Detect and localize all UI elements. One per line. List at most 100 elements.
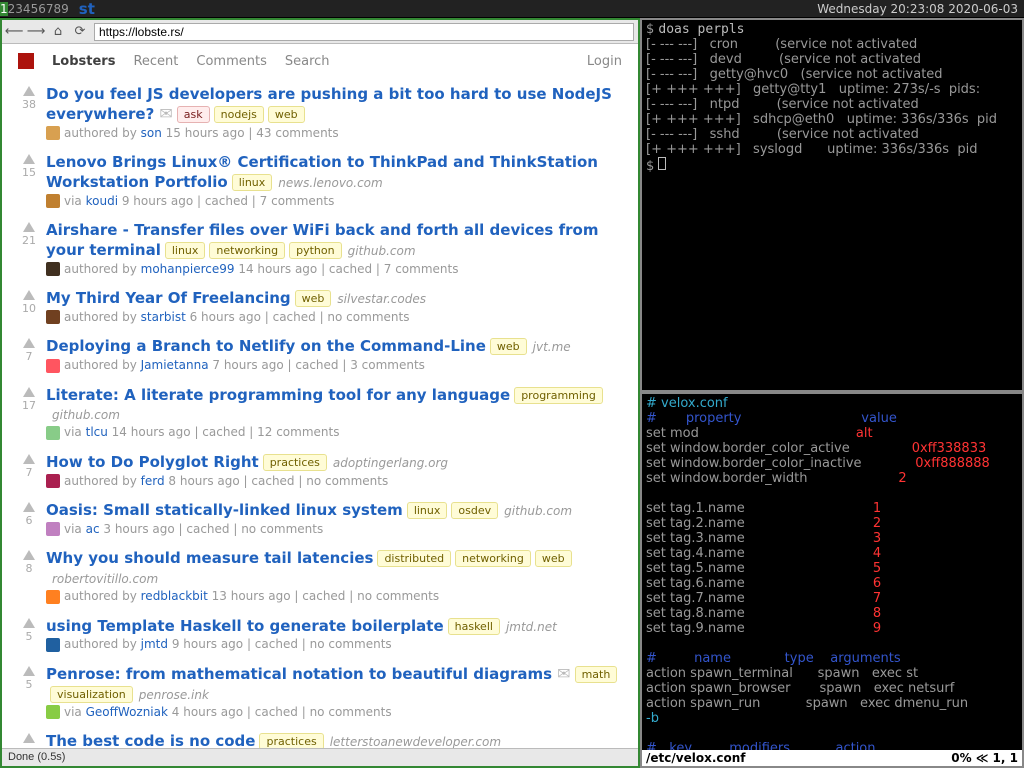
avatar[interactable]: [46, 126, 60, 140]
workspace-tag[interactable]: 4: [23, 2, 31, 16]
workspace-tag[interactable]: 6: [38, 2, 46, 16]
story-tag[interactable]: web: [490, 338, 527, 355]
story-author[interactable]: redblackbit: [141, 589, 208, 603]
story-tag[interactable]: practices: [259, 733, 323, 748]
story-domain[interactable]: letterstoanewdeveloper.com: [330, 735, 501, 748]
story-tag[interactable]: networking: [455, 550, 531, 567]
nav-search[interactable]: Search: [285, 54, 330, 69]
story-tag[interactable]: distributed: [377, 550, 451, 567]
avatar[interactable]: [46, 359, 60, 373]
upvote-icon[interactable]: [23, 502, 35, 512]
story-tag[interactable]: linux: [232, 174, 273, 191]
story-title[interactable]: using Template Haskell to generate boile…: [46, 617, 444, 635]
upvote-icon[interactable]: [23, 338, 35, 348]
story-title[interactable]: Do you feel JS developers are pushing a …: [46, 85, 612, 123]
upvote-icon[interactable]: [23, 387, 35, 397]
story-title[interactable]: Oasis: Small statically-linked linux sys…: [46, 501, 403, 519]
workspace-tag[interactable]: 9: [61, 2, 69, 16]
story-domain[interactable]: penrose.ink: [139, 688, 209, 702]
upvote-icon[interactable]: [23, 454, 35, 464]
story-author[interactable]: son: [141, 126, 162, 140]
story-author[interactable]: GeoffWozniak: [86, 705, 168, 719]
story-tag[interactable]: web: [295, 290, 332, 307]
story-title[interactable]: Penrose: from mathematical notation to b…: [46, 665, 552, 683]
story-domain[interactable]: jvt.me: [533, 340, 571, 354]
story-author[interactable]: tlcu: [86, 425, 108, 439]
story-score: 8: [12, 562, 46, 575]
workspace-tag[interactable]: 8: [53, 2, 61, 16]
story-author[interactable]: ac: [86, 522, 100, 536]
story-domain[interactable]: jmtd.net: [506, 620, 557, 634]
login-link[interactable]: Login: [587, 54, 622, 69]
story-domain[interactable]: news.lenovo.com: [278, 176, 382, 190]
story-domain[interactable]: github.com: [348, 244, 416, 258]
avatar[interactable]: [46, 522, 60, 536]
story-byline: authored by son 15 hours ago | 43 commen…: [46, 126, 628, 141]
avatar[interactable]: [46, 262, 60, 276]
story-tag[interactable]: ask: [177, 106, 210, 123]
reload-button[interactable]: ⟳: [72, 24, 88, 40]
avatar[interactable]: [46, 194, 60, 208]
story-title[interactable]: Literate: A literate programming tool fo…: [46, 386, 510, 404]
story-title[interactable]: The best code is no code: [46, 732, 255, 748]
story-tag[interactable]: nodejs: [214, 106, 264, 123]
story-title[interactable]: My Third Year Of Freelancing: [46, 289, 291, 307]
story-row: 38Do you feel JS developers are pushing …: [12, 78, 628, 146]
story-row: 21Airshare - Transfer files over WiFi ba…: [12, 214, 628, 282]
upvote-icon[interactable]: [23, 666, 35, 676]
story-author[interactable]: Jamietanna: [141, 358, 209, 372]
forward-button[interactable]: ⟶: [28, 24, 44, 40]
back-button[interactable]: ⟵: [6, 24, 22, 40]
upvote-icon[interactable]: [23, 550, 35, 560]
upvote-icon[interactable]: [23, 154, 35, 164]
story-tag[interactable]: osdev: [451, 502, 498, 519]
story-tag[interactable]: programming: [514, 387, 603, 404]
workspace-tag[interactable]: 3: [15, 2, 23, 16]
story-tag[interactable]: web: [535, 550, 572, 567]
story-domain[interactable]: robertovitillo.com: [52, 572, 158, 586]
story-tag[interactable]: visualization: [50, 686, 133, 703]
site-name[interactable]: Lobsters: [52, 54, 115, 69]
nav-recent[interactable]: Recent: [133, 54, 178, 69]
story-author[interactable]: mohanpierce99: [141, 262, 235, 276]
upvote-icon[interactable]: [23, 618, 35, 628]
story-tag[interactable]: practices: [263, 454, 327, 471]
story-domain[interactable]: silvestar.codes: [337, 292, 426, 306]
home-button[interactable]: ⌂: [50, 24, 66, 40]
avatar[interactable]: [46, 590, 60, 604]
avatar[interactable]: [46, 705, 60, 719]
upvote-icon[interactable]: [23, 733, 35, 743]
story-tag[interactable]: linux: [165, 242, 206, 259]
story-author[interactable]: ferd: [141, 474, 165, 488]
story-title[interactable]: How to Do Polyglot Right: [46, 453, 259, 471]
story-tag[interactable]: haskell: [448, 618, 500, 635]
terminal-top[interactable]: $ doas perpls [- --- ---] cron (service …: [640, 18, 1024, 392]
avatar[interactable]: [46, 426, 60, 440]
nav-comments[interactable]: Comments: [196, 54, 266, 69]
story-domain[interactable]: github.com: [52, 408, 120, 422]
upvote-icon[interactable]: [23, 290, 35, 300]
story-tag[interactable]: python: [289, 242, 341, 259]
story-author[interactable]: starbist: [141, 310, 186, 324]
url-input[interactable]: [94, 23, 634, 41]
workspace-tag[interactable]: 1: [0, 2, 8, 16]
avatar[interactable]: [46, 310, 60, 324]
upvote-icon[interactable]: [23, 222, 35, 232]
story-author[interactable]: jmtd: [141, 637, 168, 651]
story-author[interactable]: koudi: [86, 194, 118, 208]
story-domain[interactable]: github.com: [504, 504, 572, 518]
upvote-icon[interactable]: [23, 86, 35, 96]
story-tag[interactable]: networking: [209, 242, 285, 259]
story-tag[interactable]: web: [268, 106, 305, 123]
terminal-bottom[interactable]: # velox.conf # property value set mod al…: [640, 392, 1024, 768]
story-title[interactable]: Deploying a Branch to Netlify on the Com…: [46, 337, 486, 355]
browser-window: ⟵ ⟶ ⌂ ⟳ Lobsters Recent Comments Search …: [0, 18, 640, 768]
avatar[interactable]: [46, 474, 60, 488]
story-title[interactable]: Why you should measure tail latencies: [46, 549, 373, 567]
site-logo-icon[interactable]: [18, 53, 34, 69]
story-tag[interactable]: linux: [407, 502, 448, 519]
status-pos: 0% ≪ 1, 1: [951, 750, 1018, 766]
story-tag[interactable]: math: [575, 666, 618, 683]
story-domain[interactable]: adoptingerlang.org: [333, 456, 448, 470]
avatar[interactable]: [46, 638, 60, 652]
